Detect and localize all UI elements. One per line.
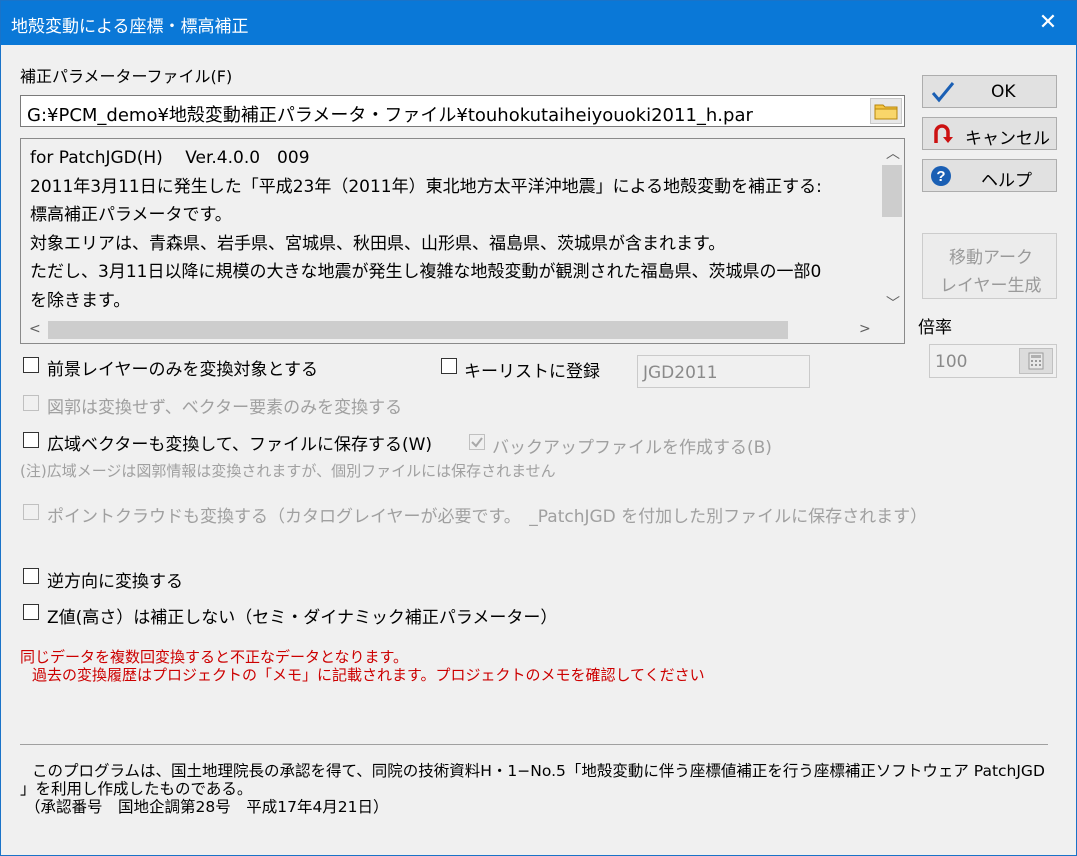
ok-button[interactable]: OK [922, 75, 1057, 108]
memo-line: を除きます。 [30, 290, 131, 311]
memo-line: 標高補正パラメータです。 [30, 205, 232, 225]
horizontal-scrollbar[interactable]: < > [21, 317, 880, 343]
window-title: 地殻変動による座標・標高補正 [11, 17, 249, 37]
register-keylist-checkbox[interactable] [441, 358, 457, 374]
close-icon[interactable]: ✕ [1034, 9, 1062, 37]
svg-text:?: ? [936, 168, 945, 185]
backup-checkbox[interactable] [469, 434, 485, 450]
calculator-button[interactable] [1019, 348, 1053, 374]
memo-line: ただし、3月11日以降に規模の大きな地震が発生し複雑な地殻変動が観測された福島県… [30, 262, 822, 282]
scale-input[interactable]: 100 [929, 344, 1057, 378]
pointcloud-label: ポイントクラウドも変換する（カタログレイヤーが必要です。 _PatchJGD を… [47, 507, 928, 527]
param-file-path: G:¥PCM_demo¥地殻変動補正パラメータ・ファイル¥touhokutaih… [27, 105, 753, 126]
wide-vector-label: 広域ベクターも変換して、ファイルに保存する(W) [47, 435, 433, 455]
wide-vector-checkbox[interactable] [23, 432, 39, 448]
memo-line: 対象エリアは、青森県、岩手県、宮城県、秋田県、山形県、福島県、茨城県が含まれます… [30, 233, 726, 254]
calculator-icon [1028, 352, 1044, 370]
help-button[interactable]: ? ヘルプ [922, 159, 1057, 192]
wide-vector-note: (注)広域メージは図郭情報は変換されますが、個別ファイルには保存されません [20, 462, 556, 480]
title-bar: 地殻変動による座標・標高補正 ✕ [1, 1, 1076, 45]
vertical-scrollbar[interactable]: ︿ ﹀ [880, 139, 904, 317]
vector-only-label: 図郭は変換せず、ベクター要素のみを変換する [47, 398, 403, 418]
ok-label: OK [991, 82, 1016, 102]
create-arc-layer-button[interactable]: 移動アーク レイヤー生成 [922, 233, 1057, 299]
scale-value: 100 [935, 352, 968, 372]
reverse-label: 逆方向に変換する [47, 572, 183, 592]
memo-content: for PatchJGD(H) Ver.4.0.0 009 2011年3月11日… [30, 144, 822, 315]
vector-only-checkbox[interactable] [23, 395, 39, 411]
undo-arrow-icon [934, 124, 953, 143]
arc-button-line1: 移動アーク [949, 248, 1033, 268]
memo-line: 2011年3月11日に発生した「平成23年（2011年）東北地方太平洋沖地震」に… [30, 176, 822, 197]
browse-button[interactable] [870, 98, 902, 124]
scroll-right-icon[interactable]: > [859, 321, 871, 337]
scroll-down-icon[interactable]: ﹀ [886, 293, 900, 313]
scroll-up-icon[interactable]: ︿ [886, 143, 900, 163]
memo-line: for PatchJGD(H) Ver.4.0.0 009 [30, 148, 310, 168]
cancel-label: キャンセル [965, 129, 1050, 149]
pointcloud-checkbox[interactable] [23, 504, 39, 520]
footer-separator [20, 744, 1048, 745]
check-icon [471, 437, 483, 448]
folder-icon [874, 104, 898, 120]
scroll-left-icon[interactable]: < [29, 321, 41, 337]
help-label: ヘルプ [981, 171, 1032, 191]
backup-label: バックアップファイルを作成する(B) [492, 438, 772, 458]
keylist-input[interactable]: JGD2011 [637, 355, 810, 388]
footer-line-3: （承認番号 国地企調第28号 平成17年4月21日） [25, 798, 389, 816]
register-keylist-label: キーリストに登録 [464, 362, 600, 382]
param-file-label: 補正パラメーターファイル(F) [20, 67, 233, 86]
cancel-button[interactable]: キャンセル [922, 117, 1057, 150]
dialog-window: 地殻変動による座標・標高補正 ✕ 補正パラメーターファイル(F) G:¥PCM_… [0, 0, 1077, 856]
param-file-input[interactable]: G:¥PCM_demo¥地殻変動補正パラメータ・ファイル¥touhokutaih… [20, 95, 905, 127]
horizontal-scroll-thumb[interactable] [48, 321, 788, 339]
vertical-scroll-thumb[interactable] [882, 165, 902, 217]
parameter-memo-textarea[interactable]: for PatchJGD(H) Ver.4.0.0 009 2011年3月11日… [20, 138, 905, 344]
scale-label: 倍率 [918, 318, 952, 338]
checkmark-icon [931, 82, 955, 103]
keylist-value: JGD2011 [643, 363, 718, 383]
arc-button-line2: レイヤー生成 [940, 276, 1042, 296]
no-z-correction-checkbox[interactable] [23, 604, 39, 620]
help-icon: ? [931, 166, 951, 186]
no-z-correction-label: Z値(高さ）は補正しない（セミ・ダイナミック補正パラメーター） [47, 608, 558, 628]
foreground-only-label: 前景レイヤーのみを変換対象とする [47, 360, 318, 380]
warning-line-2: 過去の変換履歴はプロジェクトの「メモ」に記載されます。プロジェクトのメモを確認し… [32, 666, 705, 684]
foreground-only-checkbox[interactable] [23, 357, 39, 373]
reverse-checkbox[interactable] [23, 568, 39, 584]
